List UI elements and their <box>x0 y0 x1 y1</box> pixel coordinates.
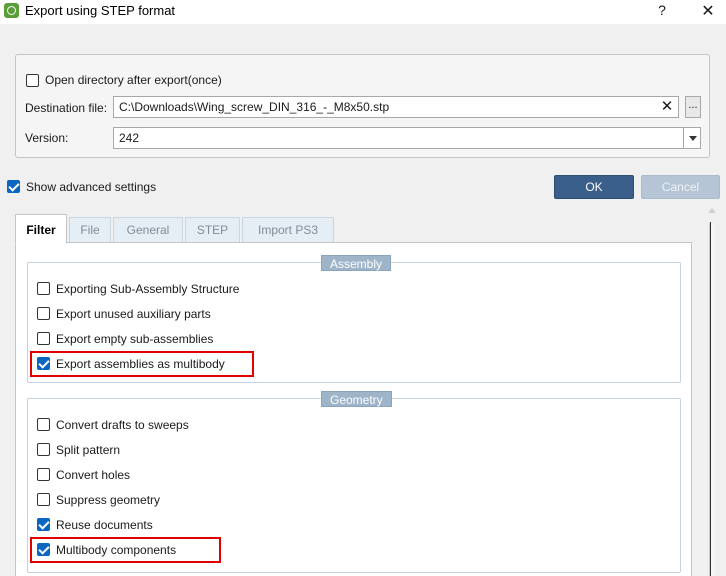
help-button[interactable]: ? <box>652 2 672 22</box>
window-title: Export using STEP format <box>25 3 176 18</box>
convert-drafts-checkbox[interactable] <box>37 418 50 431</box>
split-pattern-label: Split pattern <box>56 443 121 457</box>
close-button[interactable]: ✕ <box>697 1 719 21</box>
suppress-geometry-checkbox[interactable] <box>37 493 50 506</box>
version-label: Version: <box>25 131 69 145</box>
convert-holes-checkbox[interactable] <box>37 468 50 481</box>
highlight-box-geometry <box>30 537 221 563</box>
highlight-box-assembly <box>30 351 254 377</box>
show-advanced-checkbox[interactable] <box>7 180 20 193</box>
tab-general[interactable]: General <box>113 217 183 243</box>
tab-file[interactable]: File <box>69 217 111 243</box>
exporting-sub-assembly-checkbox[interactable] <box>37 282 50 295</box>
browse-button[interactable]: ... <box>685 96 701 118</box>
reuse-documents-label: Reuse documents <box>56 518 153 532</box>
version-select[interactable]: 242 <box>113 127 701 149</box>
tab-step[interactable]: STEP <box>185 217 240 243</box>
export-unused-aux-checkbox[interactable] <box>37 307 50 320</box>
show-advanced-label: Show advanced settings <box>26 180 157 194</box>
convert-drafts-label: Convert drafts to sweeps <box>56 418 189 432</box>
exporting-sub-assembly-label: Exporting Sub-Assembly Structure <box>56 282 240 296</box>
export-empty-sub-assemblies-label: Export empty sub-assemblies <box>56 332 214 346</box>
scroll-up-icon[interactable] <box>708 208 716 213</box>
export-unused-aux-label: Export unused auxiliary parts <box>56 307 211 321</box>
ok-button[interactable]: OK <box>554 175 634 199</box>
geometry-group-title: Geometry <box>321 391 392 407</box>
suppress-geometry-label: Suppress geometry <box>56 493 161 507</box>
tab-filter[interactable]: Filter <box>15 214 67 244</box>
clear-icon[interactable]: ✕ <box>660 99 674 114</box>
export-empty-sub-assemblies-checkbox[interactable] <box>37 332 50 345</box>
reuse-documents-checkbox[interactable] <box>37 518 50 531</box>
convert-holes-label: Convert holes <box>56 468 131 482</box>
open-directory-label: Open directory after export(once) <box>45 73 222 87</box>
chevron-down-icon[interactable] <box>683 128 700 148</box>
cancel-button[interactable]: Cancel <box>641 175 720 199</box>
split-pattern-checkbox[interactable] <box>37 443 50 456</box>
tab-import-ps3[interactable]: Import PS3 <box>242 217 334 243</box>
assembly-group-title: Assembly <box>321 255 392 271</box>
divider <box>710 222 711 576</box>
destination-file-input[interactable]: C:\Downloads\Wing_screw_DIN_316_-_M8x50.… <box>113 96 679 118</box>
vertical-scrollbar[interactable] <box>705 205 719 576</box>
app-icon <box>4 3 19 18</box>
destination-file-label: Destination file: <box>25 101 108 115</box>
open-directory-checkbox[interactable] <box>26 74 39 87</box>
title-bar: Export using STEP format ? ✕ <box>0 0 726 24</box>
